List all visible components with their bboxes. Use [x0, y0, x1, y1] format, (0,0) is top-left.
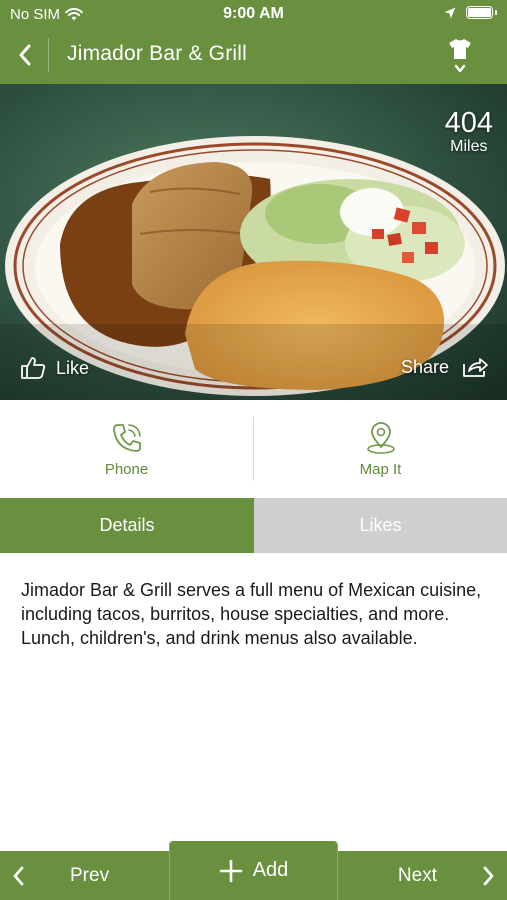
chevron-right-icon	[483, 866, 494, 885]
tab-likes[interactable]: Likes	[254, 498, 507, 553]
distance-value: 404	[444, 107, 493, 139]
like-button[interactable]: Like	[20, 356, 89, 380]
location-arrow-icon	[444, 7, 456, 18]
distance-unit: Miles	[450, 138, 488, 155]
phone-icon	[112, 423, 141, 452]
distance-indicator: 404 Miles	[445, 108, 493, 156]
map-pin-icon	[366, 421, 395, 454]
chevron-left-icon	[19, 44, 31, 66]
map-it-label: Map It	[359, 460, 402, 478]
next-label: Next	[397, 864, 437, 886]
shirt-menu-button[interactable]	[443, 38, 477, 84]
restaurant-photo: 404 Miles Like Share	[0, 84, 507, 400]
food-plate-image	[0, 84, 507, 400]
back-button[interactable]	[8, 36, 42, 74]
status-right	[444, 6, 497, 19]
page-title: Jimador Bar & Grill	[67, 42, 248, 65]
action-row: Phone Map It	[0, 400, 507, 498]
map-it-button[interactable]: Map It	[254, 400, 507, 498]
tab-details[interactable]: Details	[0, 498, 254, 553]
thumbs-up-icon	[21, 357, 46, 379]
phone-label: Phone	[104, 460, 149, 478]
battery-tip	[495, 10, 497, 15]
app-header: No SIM 9:00 AM Jimador Bar & Grill	[0, 0, 507, 84]
share-button[interactable]: Share	[401, 356, 489, 378]
prev-label: Prev	[70, 864, 110, 886]
add-label: Add	[252, 859, 289, 881]
share-icon	[463, 358, 488, 377]
add-button[interactable]: Add	[169, 841, 338, 900]
battery-icon	[466, 6, 493, 19]
share-label: Share	[400, 356, 449, 377]
restaurant-description: Jimador Bar & Grill serves a full menu o…	[21, 580, 482, 648]
plus-icon	[219, 859, 243, 882]
next-button[interactable]: Next	[339, 851, 507, 900]
status-time: 9:00 AM	[223, 5, 284, 22]
like-label: Like	[56, 357, 90, 378]
nav-divider	[48, 38, 49, 72]
tab-bar: Details Likes	[0, 498, 507, 553]
shirt-icon	[449, 39, 471, 59]
status-bar: No SIM 9:00 AM	[0, 0, 507, 28]
chevron-left-icon	[13, 866, 24, 885]
chevron-down-icon	[454, 64, 466, 73]
nav-bar: Jimador Bar & Grill	[0, 28, 507, 84]
phone-button[interactable]: Phone	[0, 400, 253, 498]
prev-button[interactable]: Prev	[0, 851, 168, 900]
